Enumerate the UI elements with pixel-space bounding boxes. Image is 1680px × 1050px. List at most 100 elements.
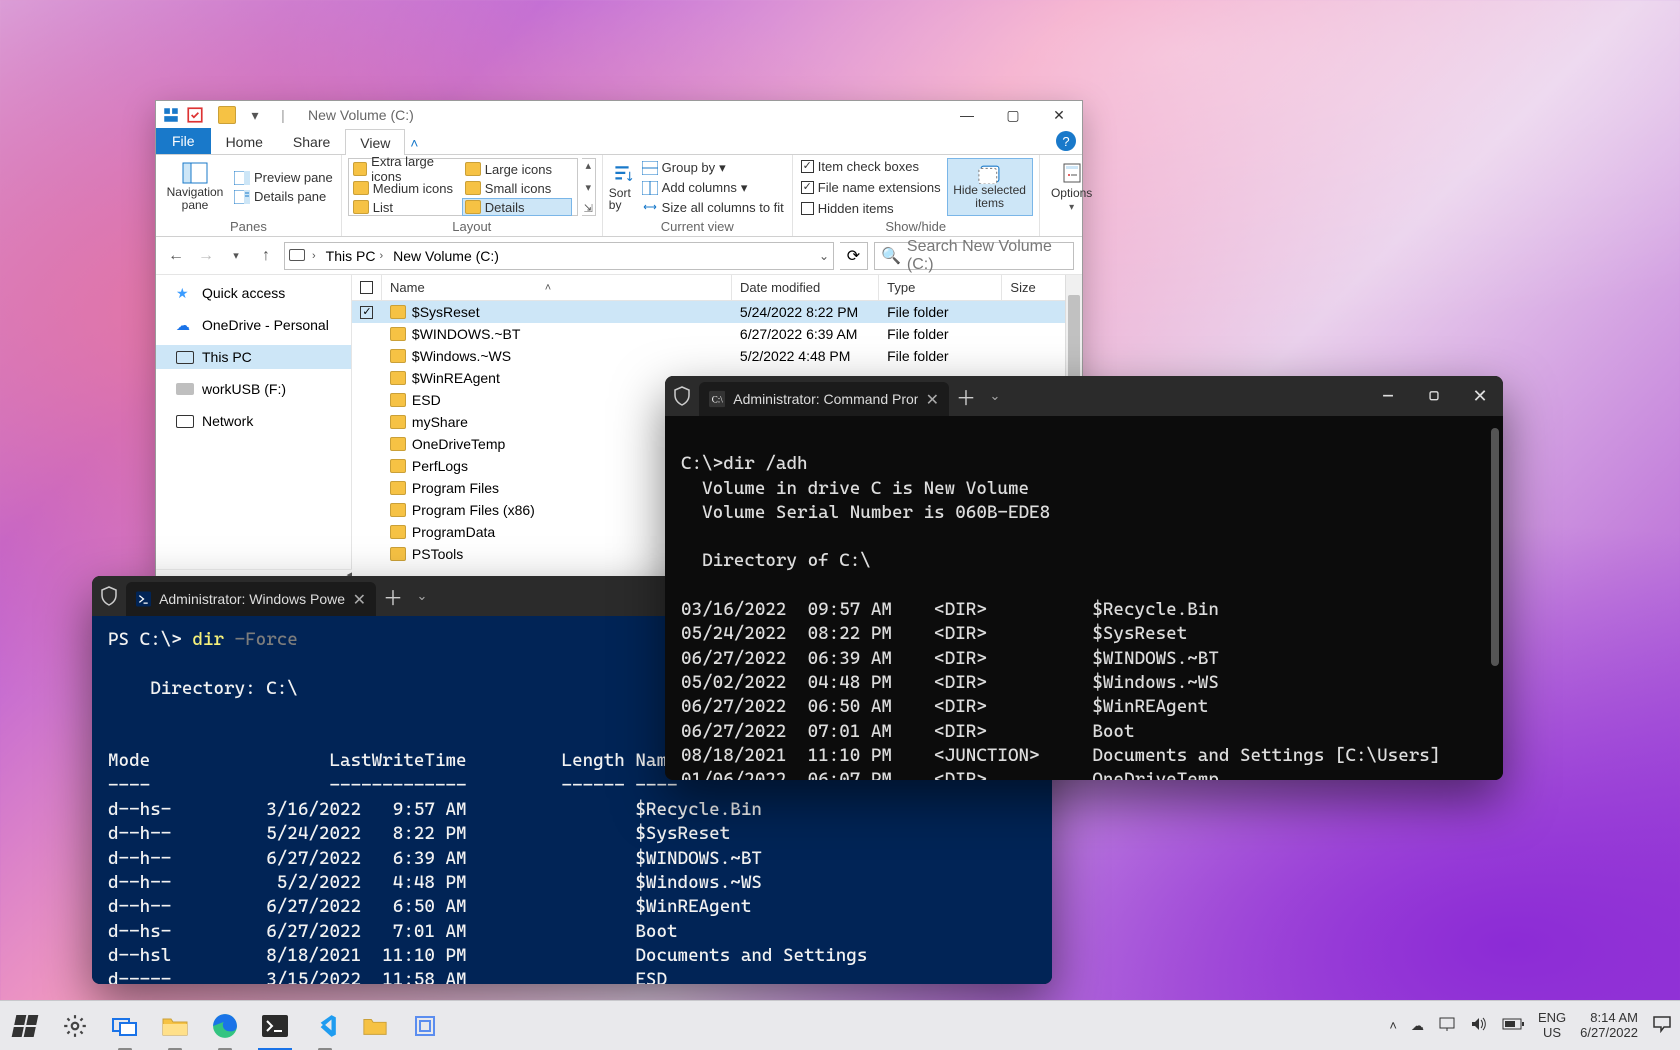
file-type: File folder	[879, 348, 1002, 364]
taskbar: ˄ ☁ ENGUS 8:14 AM6/27/2022	[0, 1000, 1680, 1050]
settings-app-icon[interactable]	[50, 1001, 100, 1050]
folder-icon	[390, 371, 406, 385]
forward-button[interactable]: →	[194, 244, 218, 268]
sort-by-button[interactable]: Sort by	[609, 158, 636, 216]
edge-taskbar-icon[interactable]	[200, 1001, 250, 1050]
action-center-icon[interactable]	[1652, 1015, 1672, 1036]
file-name: myShare	[412, 414, 468, 430]
cmd-tab[interactable]: C:\ Administrator: Command Prompt ✕	[699, 382, 949, 416]
battery-tray-icon[interactable]	[1502, 1018, 1524, 1033]
onedrive-tray-icon[interactable]: ☁	[1411, 1018, 1424, 1034]
file-date: 5/2/2022 4:48 PM	[732, 348, 879, 364]
col-date[interactable]: Date modified	[732, 275, 879, 300]
crumb-volume[interactable]: New Volume (C:)	[390, 248, 502, 264]
hidden-items-toggle[interactable]: Hidden items	[799, 200, 943, 217]
clock[interactable]: 8:14 AM6/27/2022	[1580, 1011, 1638, 1040]
group-by-button[interactable]: Group by ▾	[640, 159, 786, 177]
layout-details[interactable]: Details	[462, 198, 572, 216]
tray-overflow-icon[interactable]: ˄	[1389, 1018, 1397, 1033]
maximize-button[interactable]: ▢	[990, 101, 1036, 129]
layout-medium[interactable]: Medium icons	[350, 179, 460, 197]
search-placeholder: Search New Volume (C:)	[907, 238, 1067, 274]
tab-dropdown-icon[interactable]: ⌄	[983, 389, 1007, 404]
hide-selected-button[interactable]: Hide selected items	[947, 158, 1033, 216]
refresh-button[interactable]: ⟳	[840, 242, 868, 270]
sidebar-usb[interactable]: workUSB (F:)	[156, 377, 351, 401]
new-tab-button[interactable]: ＋	[949, 382, 983, 411]
new-tab-button[interactable]: ＋	[376, 582, 410, 611]
explorer-pinned-icon[interactable]	[350, 1001, 400, 1050]
layout-list[interactable]: List	[350, 198, 460, 216]
tab-view[interactable]: View	[345, 129, 405, 155]
file-date: 6/27/2022 6:39 AM	[732, 326, 879, 342]
details-pane-button[interactable]: Details pane	[232, 188, 335, 205]
size-all-columns-button[interactable]: Size all columns to fit	[640, 199, 786, 216]
close-button[interactable]: ✕	[1457, 376, 1503, 416]
language-indicator[interactable]: ENGUS	[1538, 1011, 1566, 1040]
maximize-button[interactable]: ▢	[1411, 376, 1457, 416]
row-checkbox[interactable]	[360, 306, 373, 319]
network-tray-icon[interactable]	[1438, 1016, 1456, 1035]
terminal-scrollbar[interactable]	[1491, 428, 1499, 768]
up-button[interactable]: ↑	[254, 244, 278, 268]
file-explorer-taskbar-icon[interactable]	[150, 1001, 200, 1050]
recent-locations-icon[interactable]: ▾	[224, 244, 248, 268]
qat-save-icon[interactable]	[186, 106, 204, 124]
tab-dropdown-icon[interactable]: ⌄	[410, 589, 434, 604]
cmd-titlebar[interactable]: C:\ Administrator: Command Prompt ✕ ＋ ⌄ …	[665, 376, 1503, 416]
collapse-ribbon-icon[interactable]: ˄	[405, 135, 423, 151]
col-name[interactable]: Name	[390, 280, 425, 295]
options-button[interactable]: Options▾	[1046, 158, 1098, 216]
cmd-window: C:\ Administrator: Command Prompt ✕ ＋ ⌄ …	[665, 376, 1503, 780]
admin-shield-icon	[665, 386, 699, 406]
navigation-pane-button[interactable]: Navigation pane	[162, 158, 228, 216]
group-showhide-label: Show/hide	[799, 219, 1033, 234]
terminal-taskbar-icon[interactable]	[250, 1001, 300, 1050]
task-view-icon[interactable]	[100, 1001, 150, 1050]
vscode-taskbar-icon[interactable]	[300, 1001, 350, 1050]
tab-close-icon[interactable]: ✕	[926, 390, 939, 409]
qat-properties-icon[interactable]	[162, 106, 180, 124]
layout-small[interactable]: Small icons	[462, 179, 572, 197]
file-name: $SysReset	[412, 304, 480, 320]
admin-shield-icon	[92, 586, 126, 606]
start-button[interactable]	[0, 1001, 50, 1050]
select-all-checkbox[interactable]	[360, 281, 373, 294]
tab-home[interactable]: Home	[211, 128, 278, 154]
volume-tray-icon[interactable]	[1470, 1016, 1488, 1035]
sidebar-network[interactable]: Network	[156, 409, 351, 433]
minimize-button[interactable]: —	[944, 101, 990, 129]
file-row[interactable]: $WINDOWS.~BT6/27/2022 6:39 AMFile folder	[352, 323, 1082, 345]
explorer-titlebar[interactable]: ▾ | New Volume (C:) — ▢ ✕	[156, 101, 1082, 129]
app-pinned-icon[interactable]	[400, 1001, 450, 1050]
window-icon	[218, 106, 236, 124]
search-box[interactable]: 🔍 Search New Volume (C:)	[874, 242, 1074, 270]
tab-share[interactable]: Share	[278, 128, 345, 154]
file-name: $Windows.~WS	[412, 348, 511, 364]
add-columns-button[interactable]: Add columns ▾	[640, 179, 786, 197]
item-checkboxes-toggle[interactable]: Item check boxes	[799, 158, 943, 175]
sidebar-onedrive[interactable]: ☁OneDrive - Personal	[156, 313, 351, 337]
layout-extra-large[interactable]: Extra large icons	[350, 160, 460, 178]
tab-close-icon[interactable]: ✕	[353, 590, 366, 609]
address-bar[interactable]: › This PC› New Volume (C:) ⌄	[284, 242, 834, 270]
file-row[interactable]: $SysReset5/24/2022 8:22 PMFile folder	[352, 301, 1082, 323]
preview-pane-button[interactable]: Preview pane	[232, 169, 335, 186]
help-icon[interactable]: ?	[1056, 131, 1076, 151]
layout-gallery[interactable]: Extra large icons Large icons Medium ico…	[348, 158, 578, 216]
file-name: ESD	[412, 392, 441, 408]
sidebar-quick-access[interactable]: ★Quick access	[156, 281, 351, 305]
ps-tab[interactable]: Administrator: Windows PowerShell ✕	[126, 582, 376, 616]
minimize-button[interactable]: —	[1365, 376, 1411, 416]
layout-large[interactable]: Large icons	[462, 160, 572, 178]
crumb-this-pc[interactable]: This PC›	[323, 248, 388, 264]
ps-divider: ---- ------------- ------ ----	[108, 775, 678, 796]
file-row[interactable]: $Windows.~WS 5/2/2022 4:48 PMFile folder	[352, 345, 1082, 367]
col-type[interactable]: Type	[879, 275, 1002, 300]
folder-icon	[390, 415, 406, 429]
file-extensions-toggle[interactable]: File name extensions	[799, 179, 943, 196]
sidebar-this-pc[interactable]: This PC	[156, 345, 351, 369]
close-button[interactable]: ✕	[1036, 101, 1082, 129]
back-button[interactable]: ←	[164, 244, 188, 268]
file-menu[interactable]: File	[156, 128, 211, 154]
